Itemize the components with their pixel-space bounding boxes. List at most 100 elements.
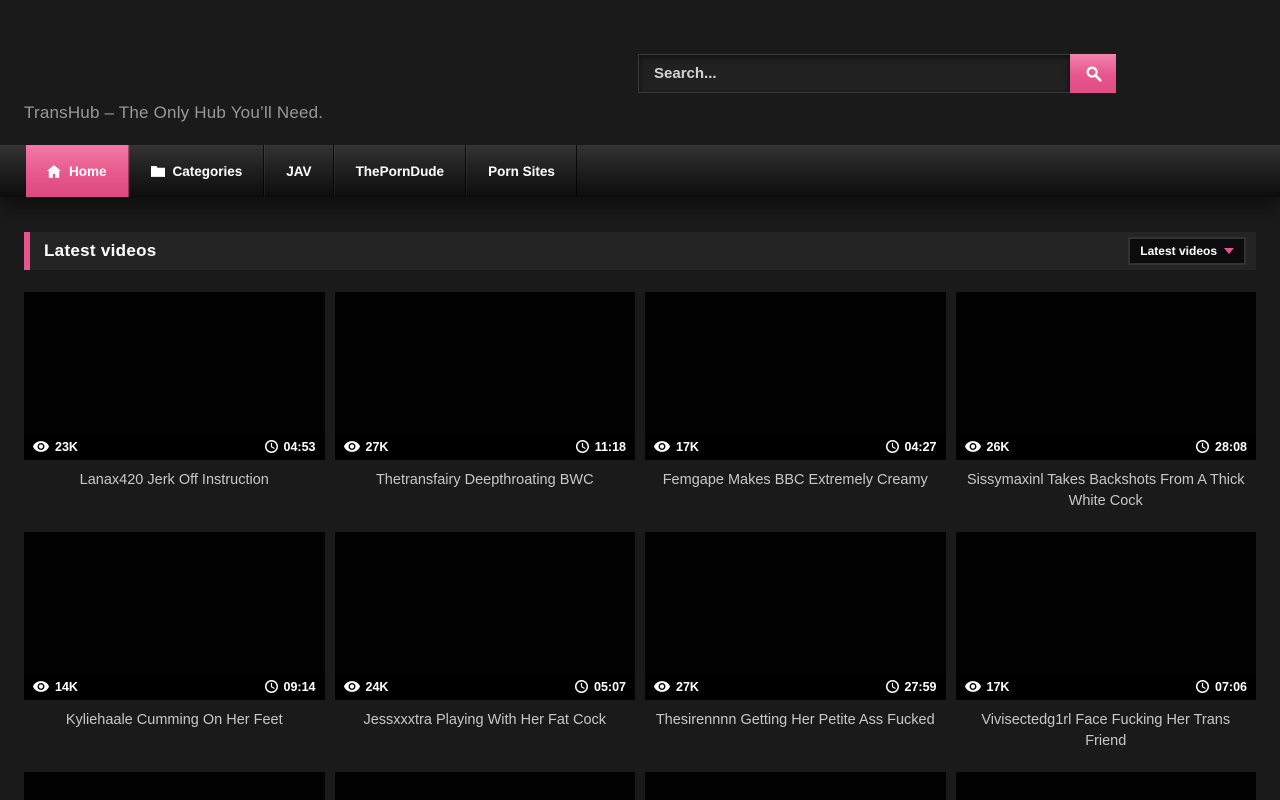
video-card: 26K 28:08 Sissymaxinl Takes Backshots Fr… bbox=[956, 292, 1257, 532]
video-stats-overlay: 14K 09:14 bbox=[24, 673, 325, 700]
main-navbar: Home Categories JAV ThePornDude Porn Sit… bbox=[0, 145, 1280, 197]
nav-item-home[interactable]: Home bbox=[26, 145, 129, 197]
video-title[interactable]: Thetransfairy Deepthroating BWC bbox=[335, 460, 636, 532]
views-count: 23K bbox=[55, 440, 78, 454]
views-stat: 24K bbox=[344, 680, 389, 694]
video-thumbnail[interactable] bbox=[645, 772, 946, 800]
video-duration: 27:59 bbox=[905, 680, 937, 694]
eye-icon bbox=[965, 441, 981, 452]
video-card: 14K 09:14 Kyliehaale Cumming On Her Feet bbox=[24, 532, 325, 772]
duration-stat: 04:53 bbox=[265, 440, 316, 454]
video-card: 27K 27:59 Thesirennnn Getting Her Petite… bbox=[645, 532, 946, 772]
clock-icon bbox=[265, 680, 278, 693]
video-card-partial bbox=[24, 772, 325, 800]
search-bar bbox=[638, 54, 1116, 93]
duration-stat: 28:08 bbox=[1196, 440, 1247, 454]
eye-icon bbox=[33, 681, 49, 692]
magnifier-icon bbox=[1085, 65, 1102, 82]
duration-stat: 09:14 bbox=[265, 680, 316, 694]
duration-stat: 04:27 bbox=[886, 440, 937, 454]
video-thumbnail[interactable] bbox=[335, 772, 636, 800]
video-stats-overlay: 27K 27:59 bbox=[645, 673, 946, 700]
clock-icon bbox=[1196, 680, 1209, 693]
nav-item-label: Home bbox=[69, 164, 107, 179]
eye-icon bbox=[344, 441, 360, 452]
video-thumbnail[interactable] bbox=[956, 772, 1257, 800]
clock-icon bbox=[886, 680, 899, 693]
nav-item-label: Porn Sites bbox=[488, 164, 555, 179]
views-count: 17K bbox=[676, 440, 699, 454]
video-thumbnail[interactable] bbox=[24, 772, 325, 800]
caret-down-icon bbox=[1224, 248, 1234, 254]
video-thumbnail[interactable]: 26K 28:08 bbox=[956, 292, 1257, 460]
duration-stat: 05:07 bbox=[575, 680, 626, 694]
video-thumbnail[interactable]: 27K 11:18 bbox=[335, 292, 636, 460]
video-duration: 05:07 bbox=[594, 680, 626, 694]
video-stats-overlay: 24K 05:07 bbox=[335, 673, 636, 700]
video-stats-overlay: 17K 07:06 bbox=[956, 673, 1257, 700]
video-card: 27K 11:18 Thetransfairy Deepthroating BW… bbox=[335, 292, 636, 532]
views-count: 14K bbox=[55, 680, 78, 694]
nav-item-label: Categories bbox=[173, 164, 243, 179]
eye-icon bbox=[654, 681, 670, 692]
site-tagline: TransHub – The Only Hub You’ll Need. bbox=[24, 103, 323, 123]
sort-dropdown-label: Latest videos bbox=[1140, 244, 1217, 258]
duration-stat: 07:06 bbox=[1196, 680, 1247, 694]
video-title[interactable]: Femgape Makes BBC Extremely Creamy bbox=[645, 460, 946, 532]
sort-dropdown[interactable]: Latest videos bbox=[1128, 237, 1246, 265]
nav-item-label: ThePornDude bbox=[356, 164, 445, 179]
video-card: 17K 04:27 Femgape Makes BBC Extremely Cr… bbox=[645, 292, 946, 532]
video-thumbnail[interactable]: 23K 04:53 bbox=[24, 292, 325, 460]
video-title[interactable]: Kyliehaale Cumming On Her Feet bbox=[24, 700, 325, 772]
eye-icon bbox=[654, 441, 670, 452]
nav-item-label: JAV bbox=[286, 164, 311, 179]
views-count: 17K bbox=[987, 680, 1010, 694]
video-card: 23K 04:53 Lanax420 Jerk Off Instruction bbox=[24, 292, 325, 532]
clock-icon bbox=[575, 680, 588, 693]
views-stat: 17K bbox=[965, 680, 1010, 694]
video-card-partial bbox=[956, 772, 1257, 800]
views-stat: 27K bbox=[344, 440, 389, 454]
video-grid: 23K 04:53 Lanax420 Jerk Off Instruction bbox=[24, 292, 1256, 800]
views-count: 24K bbox=[366, 680, 389, 694]
clock-icon bbox=[1196, 440, 1209, 453]
video-thumbnail[interactable]: 27K 27:59 bbox=[645, 532, 946, 700]
duration-stat: 11:18 bbox=[576, 440, 626, 454]
video-card-partial bbox=[335, 772, 636, 800]
nav-item-porn-sites[interactable]: Porn Sites bbox=[466, 145, 577, 197]
video-duration: 07:06 bbox=[1215, 680, 1247, 694]
video-thumbnail[interactable]: 24K 05:07 bbox=[335, 532, 636, 700]
video-thumbnail[interactable]: 17K 04:27 bbox=[645, 292, 946, 460]
views-count: 26K bbox=[987, 440, 1010, 454]
views-stat: 23K bbox=[33, 440, 78, 454]
nav-item-jav[interactable]: JAV bbox=[264, 145, 333, 197]
video-title[interactable]: Thesirennnn Getting Her Petite Ass Fucke… bbox=[645, 700, 946, 772]
video-card-partial bbox=[645, 772, 946, 800]
clock-icon bbox=[886, 440, 899, 453]
video-title[interactable]: Sissymaxinl Takes Backshots From A Thick… bbox=[956, 460, 1257, 532]
section-title: Latest videos bbox=[44, 241, 157, 261]
video-duration: 04:27 bbox=[905, 440, 937, 454]
video-thumbnail[interactable]: 17K 07:06 bbox=[956, 532, 1257, 700]
views-count: 27K bbox=[676, 680, 699, 694]
folder-icon bbox=[151, 165, 165, 177]
views-stat: 14K bbox=[33, 680, 78, 694]
search-button[interactable] bbox=[1070, 54, 1116, 93]
video-title[interactable]: Jessxxxtra Playing With Her Fat Cock bbox=[335, 700, 636, 772]
page-header: TransHub – The Only Hub You’ll Need. bbox=[0, 0, 1280, 145]
duration-stat: 27:59 bbox=[886, 680, 937, 694]
nav-item-categories[interactable]: Categories bbox=[129, 145, 265, 197]
video-duration: 04:53 bbox=[284, 440, 316, 454]
video-thumbnail[interactable]: 14K 09:14 bbox=[24, 532, 325, 700]
video-duration: 28:08 bbox=[1215, 440, 1247, 454]
video-stats-overlay: 17K 04:27 bbox=[645, 433, 946, 460]
video-title[interactable]: Vivisectedg1rl Face Fucking Her Trans Fr… bbox=[956, 700, 1257, 772]
views-stat: 17K bbox=[654, 440, 699, 454]
search-input[interactable] bbox=[638, 54, 1070, 93]
video-duration: 09:14 bbox=[284, 680, 316, 694]
eye-icon bbox=[965, 681, 981, 692]
video-title[interactable]: Lanax420 Jerk Off Instruction bbox=[24, 460, 325, 532]
video-stats-overlay: 26K 28:08 bbox=[956, 433, 1257, 460]
nav-item-theporndude[interactable]: ThePornDude bbox=[334, 145, 467, 197]
video-card: 24K 05:07 Jessxxxtra Playing With Her Fa… bbox=[335, 532, 636, 772]
